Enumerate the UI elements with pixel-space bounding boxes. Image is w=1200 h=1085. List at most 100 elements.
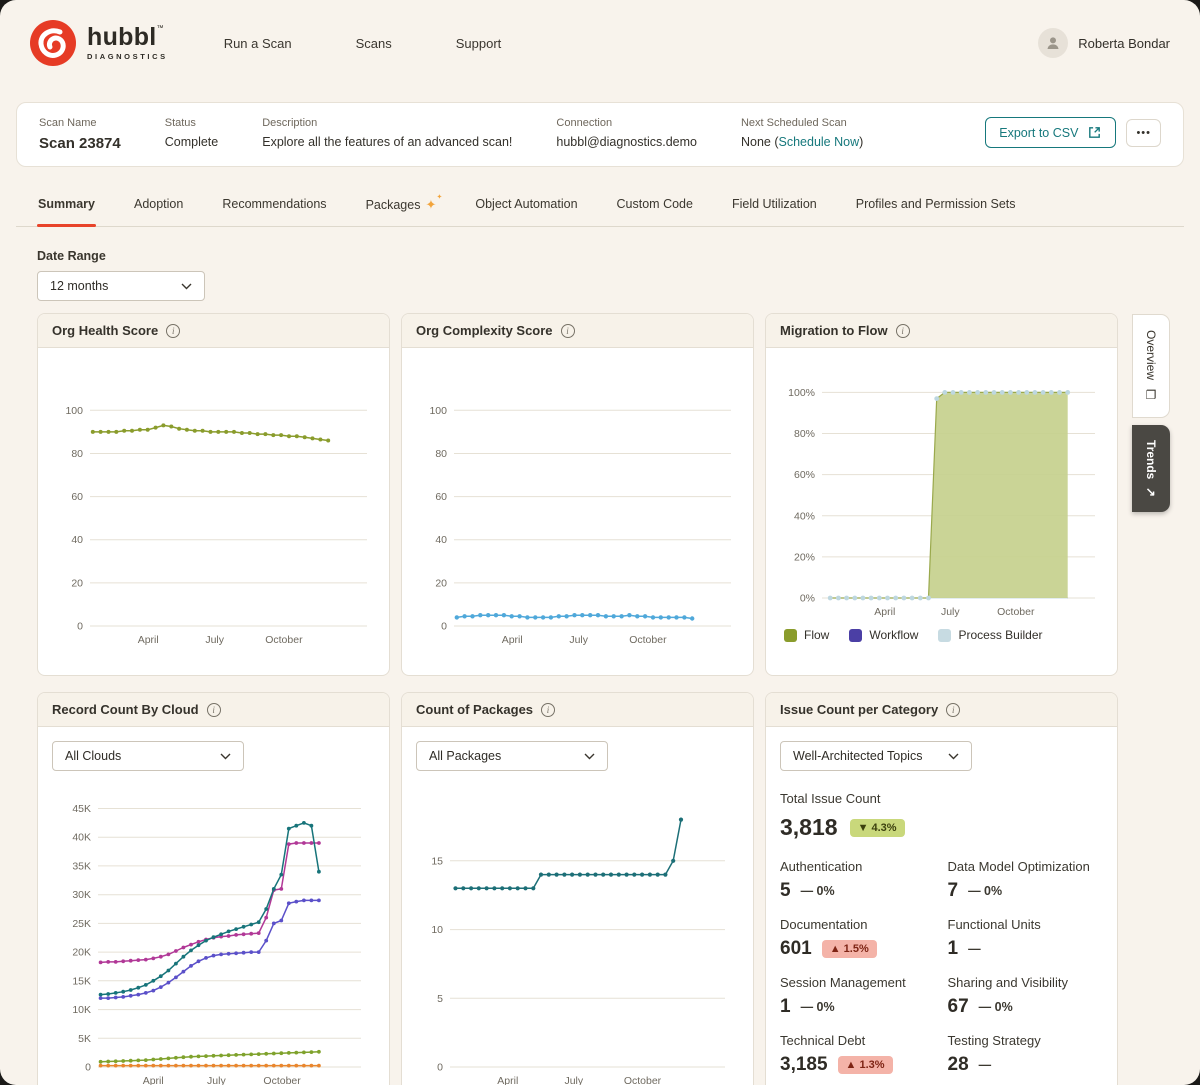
trademark: ™ bbox=[156, 25, 164, 33]
issue-count-per-category-card: Issue Count per Category i Well-Architec… bbox=[765, 692, 1118, 1085]
chevron-down-icon bbox=[220, 753, 231, 759]
tab-field-utilization[interactable]: Field Utilization bbox=[731, 189, 818, 226]
workflow-swatch bbox=[849, 628, 863, 642]
tab-summary[interactable]: Summary bbox=[37, 189, 96, 227]
org-health-score-card: Org Health Score i 0 20 40 60 80 100 April July… bbox=[37, 313, 390, 676]
category-session-management: Session Management 1— 0% bbox=[780, 975, 906, 1017]
tab-profiles-permission-sets[interactable]: Profiles and Permission Sets bbox=[855, 189, 1017, 226]
tab-custom-code[interactable]: Custom Code bbox=[616, 189, 694, 226]
svg-text:April: April bbox=[502, 634, 523, 646]
info-icon[interactable]: i bbox=[946, 702, 961, 717]
clouds-filter-select[interactable]: All Clouds bbox=[52, 741, 244, 771]
svg-text:100: 100 bbox=[429, 405, 447, 417]
total-trend-badge: ▼ 4.3% bbox=[849, 818, 905, 837]
chevron-down-icon bbox=[948, 753, 959, 759]
card-title: Migration to Flow bbox=[780, 323, 888, 338]
connection-label: Connection bbox=[556, 117, 613, 129]
nav-support[interactable]: Support bbox=[456, 36, 502, 51]
svg-text:40: 40 bbox=[71, 534, 83, 546]
info-icon[interactable]: i bbox=[541, 702, 556, 717]
process-builder-swatch bbox=[938, 628, 952, 642]
charts-row-2: Record Count By Cloud i All Clouds 0 5K 10… bbox=[37, 692, 1118, 1085]
svg-text:0: 0 bbox=[437, 1062, 443, 1074]
svg-text:80%: 80% bbox=[794, 428, 815, 440]
svg-text:July: July bbox=[941, 606, 960, 618]
category-technical-debt: Technical Debt 3,185 ▲ 1.3% bbox=[780, 1033, 936, 1076]
packages-filter-value: All Packages bbox=[429, 749, 502, 763]
category-sharing-and-visibility: Sharing and Visibility 67— 0% bbox=[947, 975, 1068, 1017]
tab-object-automation[interactable]: Object Automation bbox=[474, 189, 578, 226]
info-icon[interactable]: i bbox=[560, 323, 575, 338]
date-range-label: Date Range bbox=[37, 249, 106, 263]
side-tab-trends[interactable]: Trends ↗ bbox=[1132, 425, 1170, 513]
nav-run-a-scan[interactable]: Run a Scan bbox=[224, 36, 292, 51]
svg-text:40: 40 bbox=[435, 534, 447, 546]
card-title: Issue Count per Category bbox=[780, 702, 939, 717]
org-complexity-chart: 0 20 40 60 80 100 April July October bbox=[410, 370, 745, 648]
org-health-chart: 0 20 40 60 80 100 April July October bbox=[46, 370, 381, 648]
date-range-section: Date Range 12 months bbox=[37, 249, 1200, 301]
info-icon[interactable]: i bbox=[206, 702, 221, 717]
packages-filter-select[interactable]: All Packages bbox=[416, 741, 608, 771]
svg-text:October: October bbox=[624, 1075, 662, 1085]
tab-recommendations[interactable]: Recommendations bbox=[221, 189, 327, 226]
tab-adoption[interactable]: Adoption bbox=[133, 189, 184, 226]
schedule-now-link[interactable]: Schedule Now bbox=[779, 135, 860, 149]
export-to-csv-button[interactable]: Export to CSV bbox=[985, 117, 1117, 148]
trend-badge: — 0% bbox=[978, 1000, 1013, 1014]
trend-badge: — 0% bbox=[800, 884, 835, 898]
status-field: Status Complete bbox=[165, 117, 219, 149]
person-icon bbox=[1047, 37, 1059, 49]
description-value: Explore all the features of an advanced … bbox=[262, 135, 513, 149]
svg-text:10K: 10K bbox=[72, 1004, 91, 1016]
svg-text:20K: 20K bbox=[72, 947, 91, 959]
issue-categories-grid: Authentication 5— 0% Data Model Optimiza… bbox=[780, 859, 1103, 1076]
svg-text:20%: 20% bbox=[794, 551, 815, 563]
svg-text:5K: 5K bbox=[78, 1033, 91, 1045]
hubbl-logo[interactable]: hubbl™ DIAGNOSTICS bbox=[30, 20, 168, 66]
user-menu[interactable]: Roberta Bondar bbox=[1038, 28, 1170, 58]
info-icon[interactable]: i bbox=[166, 323, 181, 338]
svg-text:25K: 25K bbox=[72, 918, 91, 930]
info-icon[interactable]: i bbox=[895, 323, 910, 338]
svg-text:April: April bbox=[143, 1075, 164, 1085]
tab-packages[interactable]: Packages ✦ ✦ bbox=[365, 189, 443, 226]
date-range-value: 12 months bbox=[50, 279, 109, 293]
status-value: Complete bbox=[164, 135, 219, 149]
more-options-button[interactable]: ••• bbox=[1126, 118, 1161, 147]
issues-filter-value: Well-Architected Topics bbox=[793, 749, 923, 763]
svg-text:April: April bbox=[874, 606, 895, 618]
top-nav-bar: hubbl™ DIAGNOSTICS Run a Scan Scans Supp… bbox=[0, 0, 1200, 86]
svg-text:0%: 0% bbox=[800, 593, 815, 605]
primary-nav: Run a Scan Scans Support bbox=[224, 36, 502, 51]
svg-text:45K: 45K bbox=[72, 803, 91, 815]
trend-badge: — bbox=[978, 1058, 992, 1072]
legend-flow: Flow bbox=[784, 628, 829, 642]
issues-filter-select[interactable]: Well-Architected Topics bbox=[780, 741, 972, 771]
svg-text:60: 60 bbox=[435, 491, 447, 503]
chevron-down-icon bbox=[584, 753, 595, 759]
total-issue-count-value: 3,818 bbox=[780, 814, 838, 840]
side-tabs: Overview ❐ Trends ↗ bbox=[1132, 314, 1170, 513]
svg-text:July: July bbox=[564, 1075, 583, 1085]
connection-value: hubbl@diagnostics.demo bbox=[556, 135, 697, 149]
clouds-filter-value: All Clouds bbox=[65, 749, 122, 763]
count-of-packages-chart: 0 5 10 15 April July October bbox=[416, 791, 739, 1085]
svg-text:80: 80 bbox=[71, 448, 83, 460]
org-complexity-score-card: Org Complexity Score i 0 20 40 60 80 100 April… bbox=[401, 313, 754, 676]
scan-info-bar: Scan Name Scan 23874 Status Complete Des… bbox=[16, 102, 1184, 167]
category-authentication: Authentication 5— 0% bbox=[780, 859, 863, 901]
svg-text:October: October bbox=[997, 606, 1035, 618]
svg-text:15K: 15K bbox=[72, 975, 91, 987]
card-title: Count of Packages bbox=[416, 702, 534, 717]
side-tab-overview[interactable]: Overview ❐ bbox=[1132, 314, 1170, 419]
next-scan-label: Next Scheduled Scan bbox=[740, 117, 847, 129]
scan-name-value: Scan 23874 bbox=[39, 135, 121, 152]
nav-scans[interactable]: Scans bbox=[356, 36, 392, 51]
brand-name: hubbl bbox=[87, 23, 157, 52]
date-range-select[interactable]: 12 months bbox=[37, 271, 205, 301]
record-count-by-cloud-card: Record Count By Cloud i All Clouds 0 5K 10… bbox=[37, 692, 390, 1085]
category-data-model-optimization: Data Model Optimization 7— 0% bbox=[947, 859, 1090, 901]
svg-text:15: 15 bbox=[431, 855, 443, 867]
svg-text:30K: 30K bbox=[72, 889, 91, 901]
